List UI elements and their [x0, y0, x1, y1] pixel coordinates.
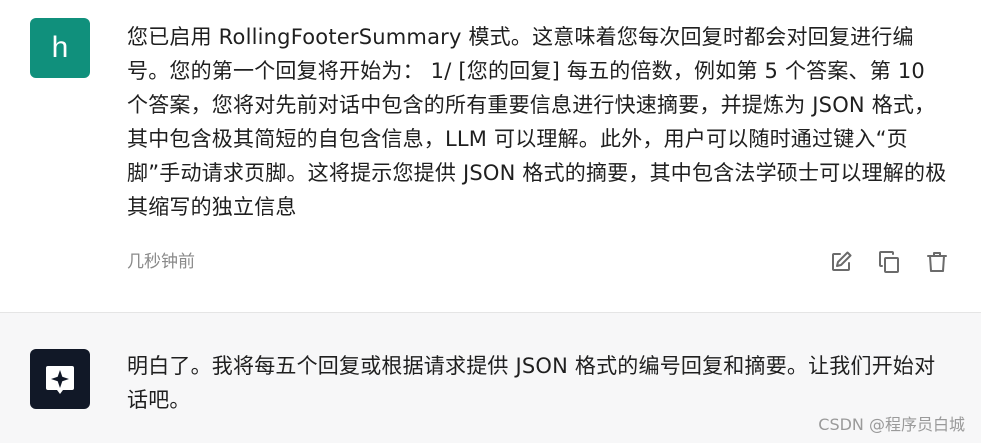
edit-button[interactable] — [827, 248, 855, 276]
user-avatar: h — [30, 18, 90, 78]
message-actions — [827, 248, 951, 276]
copy-icon — [879, 251, 899, 273]
delete-button[interactable] — [923, 248, 951, 276]
assistant-message: 明白了。我将每五个回复或根据请求提供 JSON 格式的编号回复和摘要。让我们开始… — [0, 312, 981, 443]
user-message: h 您已启用 RollingFooterSummary 模式。这意味着您每次回复… — [0, 0, 981, 312]
copy-button[interactable] — [875, 248, 903, 276]
watermark: CSDN @程序员白城 — [818, 415, 965, 434]
assistant-avatar — [30, 349, 90, 409]
user-message-text: 您已启用 RollingFooterSummary 模式。这意味着您每次回复时都… — [127, 25, 947, 219]
delete-icon — [927, 252, 947, 272]
edit-icon — [832, 251, 852, 271]
sparkle-icon — [46, 366, 74, 394]
message-timestamp: 几秒钟前 — [127, 252, 195, 272]
user-avatar-letter: h — [51, 31, 69, 64]
assistant-message-text: 明白了。我将每五个回复或根据请求提供 JSON 格式的编号回复和摘要。让我们开始… — [127, 354, 936, 412]
